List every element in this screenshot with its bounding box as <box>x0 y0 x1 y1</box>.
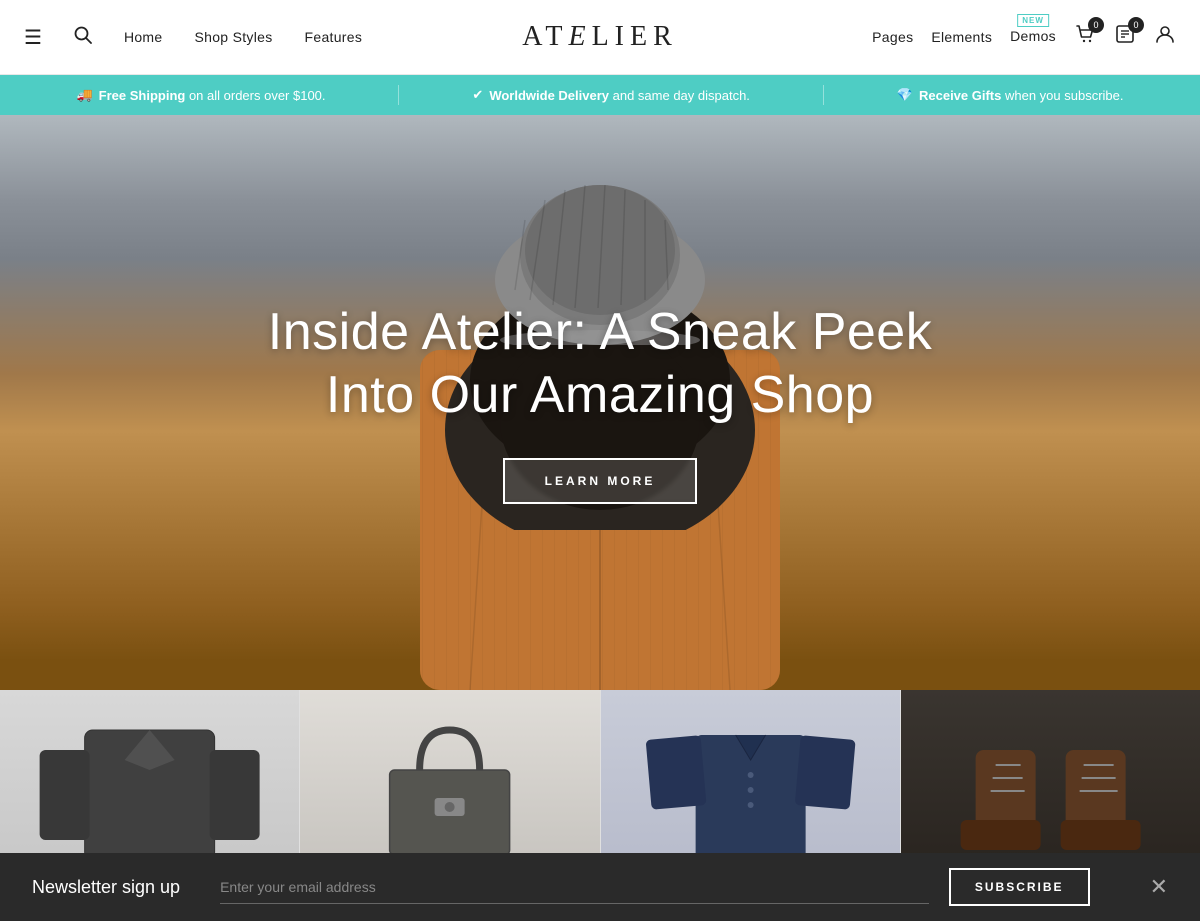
cart-badge: 0 <box>1088 17 1104 33</box>
nav-link-home[interactable]: Home <box>124 29 163 45</box>
hero-content: Inside Atelier: A Sneak Peek Into Our Am… <box>268 301 932 504</box>
product-card-boots[interactable] <box>901 690 1200 860</box>
gifts-text: Receive Gifts when you subscribe. <box>919 88 1124 103</box>
product-card-shirt[interactable] <box>601 690 901 860</box>
wishlist-badge: 0 <box>1128 17 1144 33</box>
newsletter-close-button[interactable]: ✕ <box>1150 876 1168 898</box>
nav-link-demos[interactable]: Demos <box>1010 28 1056 44</box>
hero-cta-button[interactable]: LEARN MORE <box>503 458 698 504</box>
newsletter-form: SUBSCRIBE <box>220 868 1089 906</box>
nav-links: Home Shop Styles Features <box>124 29 362 45</box>
nav-right: Pages Elements NEW Demos 0 0 <box>872 23 1176 51</box>
announcement-delivery: ✔ Worldwide Delivery and same day dispat… <box>472 87 750 103</box>
nav-link-features[interactable]: Features <box>305 29 363 45</box>
nav-link-elements[interactable]: Elements <box>931 29 992 45</box>
announcement-gifts: 💎 Receive Gifts when you subscribe. <box>897 87 1124 103</box>
nav-center: ATELIER <box>522 21 678 53</box>
delivery-icon: ✔ <box>472 87 483 103</box>
site-logo[interactable]: ATELIER <box>522 21 678 53</box>
nav-left: ☰ Home Shop Styles Features <box>24 25 872 50</box>
wishlist-icon[interactable]: 0 <box>1114 23 1136 51</box>
newsletter-title: Newsletter sign up <box>32 877 180 898</box>
navbar: ☰ Home Shop Styles Features ATELIER Page… <box>0 0 1200 75</box>
announcement-bar: 🚚 Free Shipping on all orders over $100.… <box>0 75 1200 115</box>
hamburger-icon[interactable]: ☰ <box>24 25 42 50</box>
newsletter-email-input[interactable] <box>220 871 929 904</box>
nav-link-demos-wrapper: NEW Demos <box>1010 28 1056 46</box>
hero-section: Inside Atelier: A Sneak Peek Into Our Am… <box>0 115 1200 690</box>
products-row <box>0 690 1200 860</box>
cart-icon[interactable]: 0 <box>1074 23 1096 51</box>
shipping-text: Free Shipping on all orders over $100. <box>99 88 326 103</box>
announcement-divider-1 <box>398 85 399 105</box>
gifts-icon: 💎 <box>897 87 913 103</box>
nav-link-shop-styles[interactable]: Shop Styles <box>194 29 272 45</box>
newsletter-bar: Newsletter sign up SUBSCRIBE ✕ <box>0 853 1200 921</box>
product-card-jacket[interactable] <box>0 690 300 860</box>
shipping-icon: 🚚 <box>76 87 92 103</box>
nav-link-pages[interactable]: Pages <box>872 29 913 45</box>
user-icon[interactable] <box>1154 23 1176 51</box>
announcement-divider-2 <box>823 85 824 105</box>
delivery-text: Worldwide Delivery and same day dispatch… <box>489 88 750 103</box>
product-card-bag[interactable] <box>300 690 600 860</box>
hero-title: Inside Atelier: A Sneak Peek Into Our Am… <box>268 301 932 426</box>
announcement-shipping: 🚚 Free Shipping on all orders over $100. <box>76 87 325 103</box>
search-icon[interactable] <box>74 26 92 49</box>
newsletter-subscribe-button[interactable]: SUBSCRIBE <box>949 868 1090 906</box>
demos-new-badge: NEW <box>1017 14 1049 27</box>
